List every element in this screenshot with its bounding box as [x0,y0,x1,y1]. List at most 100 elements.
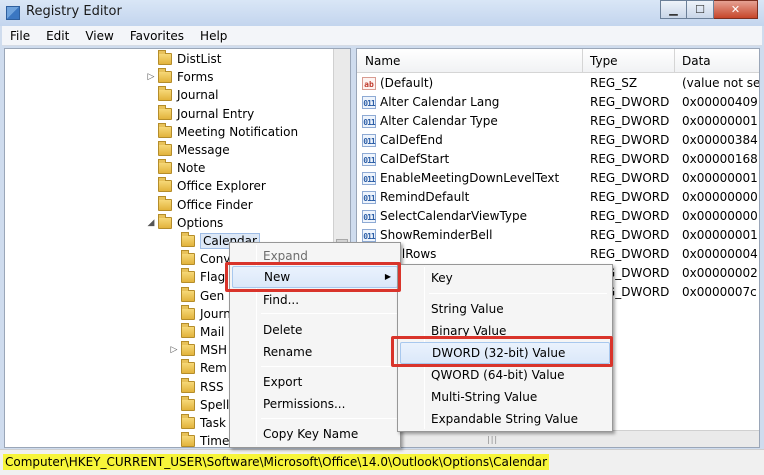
tree-item[interactable]: DistList [158,50,222,68]
tree-item[interactable]: Journal Entry [158,104,254,123]
tree-item-label: Journal [177,88,219,103]
tree-item[interactable]: Conv [181,250,230,268]
folder-icon [158,122,172,138]
tree-item[interactable]: Message [158,141,230,159]
list-horizontal-scrollbar[interactable]: ||| [357,430,759,447]
value-data: 0x00000001 (1) [682,171,759,185]
context-menu: Expand New ▶ Find... Delete Rename Expor… [229,242,401,448]
column-type[interactable]: Type [590,54,618,68]
folder-icon [181,432,195,447]
value-row[interactable]: 011 RemindDefault REG_DWORD 0x00000000 (0) [357,188,759,207]
tree-item[interactable]: Meeting Notification [158,122,298,141]
column-data[interactable]: Data [682,54,711,68]
menu-item-permissions[interactable]: Permissions... [232,393,398,415]
column-name[interactable]: Name [365,54,400,68]
tree-item[interactable]: Journ [181,304,231,323]
maximize-button[interactable]: ☐ [687,0,714,19]
submenu-item-key[interactable]: Key [400,267,610,289]
menu-item-new-label: New [264,270,291,284]
value-row[interactable]: 011 CalDefStart REG_DWORD 0x00000168 (36 [357,150,759,169]
menu-view[interactable]: View [77,29,121,43]
menu-item-expand[interactable]: Expand [232,245,398,267]
value-row[interactable]: 011 SelectCalendarViewType REG_DWORD 0x0000… [357,207,759,226]
binary-value-icon: 011 [362,96,376,109]
tree-item[interactable]: Office Explorer [158,177,266,195]
value-name: EnableMeetingDownLevelText [380,171,560,185]
menu-item-delete[interactable]: Delete [232,319,398,341]
string-value-icon: ab [362,77,376,90]
tree-item-label: RSS [200,379,224,394]
value-row[interactable]: 011 CalDefEnd REG_DWORD 0x00000384 (90 [357,131,759,150]
menu-item-find[interactable]: Find... [232,289,398,311]
tree-item[interactable]: Flag [181,268,225,286]
menu-item-export[interactable]: Export [232,371,398,393]
binary-value-icon: 011 [362,115,376,128]
minimize-button[interactable]: ▁ [660,0,687,19]
tree-expander-icon[interactable]: ▷ [146,72,156,82]
maximize-icon: ☐ [695,3,705,16]
value-type: REG_DWORD [590,228,670,242]
submenu-item-multi-string-value[interactable]: Multi-String Value [400,386,610,408]
tree-item[interactable]: Spell [181,395,229,414]
value-row[interactable]: 011 ShowReminderBell REG_DWORD 0x00000001 (… [357,226,759,245]
tree-item[interactable]: Gen [181,286,224,305]
menu-item-copy-key-name[interactable]: Copy Key Name [232,423,398,445]
tree-item[interactable]: Journal [158,86,219,104]
tree-expander-icon[interactable]: ◢ [146,218,156,228]
submenu-item-dword-value[interactable]: DWORD (32-bit) Value [400,342,610,364]
tree-item-label: MSH [200,343,227,358]
value-row[interactable]: 011 Alter Calendar Lang REG_DWORD 0x0000040… [357,93,759,112]
submenu-item-expandable-string-value[interactable]: Expandable String Value [400,408,610,430]
close-button[interactable]: ✕ [714,0,758,19]
value-row[interactable]: ab (Default) REG_SZ (value not set) [357,74,759,93]
value-name: Alter Calendar Lang [380,95,500,109]
value-row[interactable]: 011 EnableMeetingDownLevelText REG_DWORD 0x… [357,169,759,188]
tree-item[interactable]: RSS [181,377,224,396]
menu-item-new[interactable]: New ▶ [232,266,398,288]
value-type: REG_DWORD [590,247,670,261]
menu-help[interactable]: Help [192,29,235,43]
value-name: CalDefStart [380,152,450,166]
tree-item[interactable]: Task [181,414,226,432]
menu-favorites[interactable]: Favorites [122,29,192,43]
submenu-item-string-value[interactable]: String Value [400,298,610,320]
tree-item[interactable]: Rem [181,359,227,377]
value-row[interactable]: 011 Alter Calendar Type REG_DWORD 0x0000000… [357,112,759,131]
folder-icon [181,341,195,357]
tree-item-label: Time [200,434,230,448]
folder-icon [181,414,195,429]
tree-item[interactable]: ◢ Options [148,213,224,232]
value-name: CalDefEnd [380,133,443,147]
tree-item[interactable]: ▷ MSH [171,341,227,359]
submenu-item-qword-value[interactable]: QWORD (64-bit) Value [400,364,610,386]
tree-item-label: Flag [200,270,226,285]
folder-icon [181,286,195,302]
value-row[interactable]: WellRowsREG_DWORD0x00000004 (4) [357,245,759,264]
tree-item-label: Note [177,161,206,176]
column-divider[interactable] [582,49,583,73]
folder-icon [158,213,172,229]
tree-expander-icon[interactable]: ▷ [169,345,179,355]
tree-item-label: Task [200,416,226,430]
tree-item[interactable]: Mail [181,323,224,341]
tree-item[interactable]: Note [158,159,205,177]
value-type: REG_DWORD [590,95,670,109]
menu-item-rename[interactable]: Rename [232,341,398,363]
menu-file[interactable]: File [2,29,38,43]
folder-icon [158,159,172,175]
folder-icon [181,304,195,320]
value-data: 0x00000001 (1) [682,114,759,128]
value-name: ShowReminderBell [380,228,493,242]
tree-item[interactable]: Office Finder [158,195,253,214]
value-name: RemindDefault [380,190,470,204]
tree-item[interactable]: Time [181,432,230,448]
column-divider[interactable] [674,49,675,73]
tree-item-label: Options [177,215,224,230]
registry-editor-window: Registry Editor ▁ ☐ ✕ File Edit View Fav… [0,0,764,475]
binary-value-icon: 011 [362,153,376,166]
menu-edit[interactable]: Edit [38,29,77,43]
title-bar[interactable]: Registry Editor ▁ ☐ ✕ [0,0,764,26]
tree-item[interactable]: ▷ Forms [148,68,213,86]
binary-value-icon: 011 [362,210,376,223]
submenu-item-binary-value[interactable]: Binary Value [400,320,610,342]
